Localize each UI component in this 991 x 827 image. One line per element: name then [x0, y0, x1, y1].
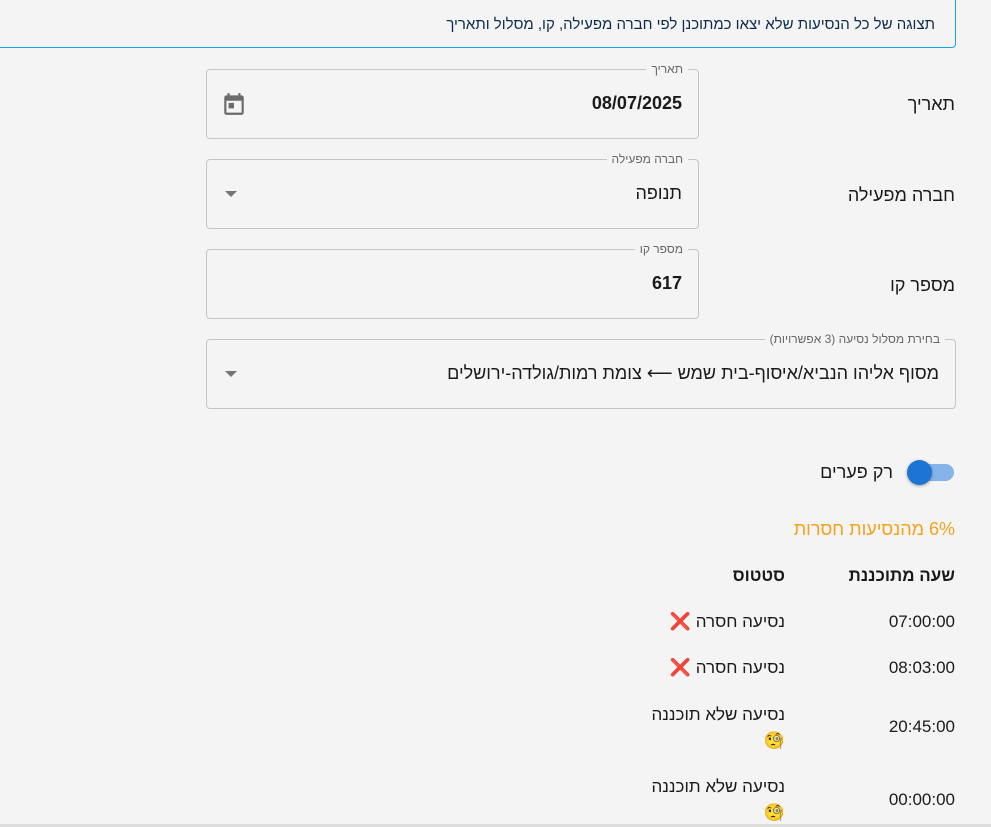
row-status: נסיעה חסרה ❌ [615, 655, 785, 681]
date-legend: תאריך [646, 62, 688, 76]
status-text: נסיעה חסרה [695, 658, 785, 677]
x-icon: ❌ [669, 658, 691, 677]
line-label: מספר קו [890, 275, 955, 295]
route-select[interactable]: בחירת מסלול נסיעה (3 אפשרויות) מסוף אליה… [206, 332, 956, 409]
operator-legend: חברה מפעילה [606, 152, 688, 166]
row-time: 00:00:00 [888, 790, 955, 809]
missing-percent: 6% מהנסיעות חסרות [793, 519, 955, 539]
line-input[interactable]: מספר קו 617 [206, 242, 699, 319]
line-legend: מספר קו [634, 242, 688, 256]
toggle-label: רק פערים [820, 462, 893, 482]
route-legend: בחירת מסלול נסיעה (3 אפשרויות) [764, 332, 945, 346]
info-banner: תצוגה של כל הנסיעות שלא יצאו כמתוכנן לפי… [0, 0, 956, 48]
row-time: 08:03:00 [888, 658, 955, 677]
monocle-face-icon: 🧐 [763, 803, 785, 822]
x-icon: ❌ [669, 612, 691, 631]
date-field[interactable]: תאריך 08/07/2025 [206, 62, 699, 139]
calendar-icon[interactable] [221, 90, 247, 118]
monocle-face-icon: 🧐 [763, 731, 785, 750]
operator-label: חברה מפעילה [847, 185, 955, 205]
info-text: תצוגה של כל הנסיעות שלא יצאו כמתוכנן לפי… [446, 16, 935, 33]
chevron-down-icon [225, 191, 237, 197]
chevron-down-icon [225, 371, 237, 377]
route-value: מסוף אליהו הנביא/איסוף-בית שמש ⟵ צומת רמ… [447, 363, 939, 383]
row-status: נסיעה חסרה ❌ [615, 609, 785, 635]
header-time: שעה מתוכננת [848, 566, 955, 585]
status-text: נסיעה שלא תוכננה [651, 705, 785, 724]
row-status: נסיעה שלא תוכננה 🧐 [615, 702, 785, 754]
date-value: 08/07/2025 [591, 93, 682, 113]
operator-select[interactable]: חברה מפעילה תנופה [206, 152, 699, 229]
row-time: 20:45:00 [888, 717, 955, 736]
status-text: נסיעה חסרה [695, 612, 785, 631]
row-time: 07:00:00 [888, 612, 955, 631]
date-label: תאריך [907, 94, 955, 114]
operator-value: תנופה [635, 183, 682, 203]
toggle-thumb[interactable] [907, 460, 932, 485]
header-status: סטטוס [732, 566, 785, 585]
line-value: 617 [651, 273, 682, 293]
row-status: נסיעה שלא תוכננה 🧐 [615, 774, 785, 826]
status-text: נסיעה שלא תוכננה [651, 777, 785, 796]
